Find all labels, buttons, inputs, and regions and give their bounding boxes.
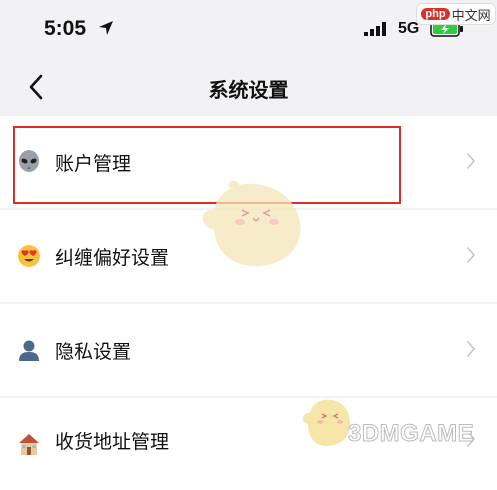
chevron-right-icon — [466, 152, 476, 174]
settings-item-privacy[interactable]: 隐私设置 — [0, 304, 497, 396]
status-time: 5:05 — [44, 17, 87, 40]
network-type: 5G — [398, 20, 420, 37]
person-silhouette-icon — [17, 338, 41, 362]
settings-item-label: 纠缠偏好设置 — [55, 247, 170, 269]
chevron-right-icon — [466, 246, 476, 268]
chevron-right-icon — [466, 340, 476, 362]
signal-bars-icon — [364, 21, 386, 40]
settings-item-label: 隐私设置 — [55, 341, 132, 363]
page-title: 系统设置 — [208, 78, 289, 102]
mascot-watermark-icon — [196, 178, 306, 274]
mascot-logo-icon — [300, 398, 352, 450]
location-arrow-icon — [98, 20, 114, 40]
status-bar: 5:05 5G php 中文网 — [0, 0, 497, 62]
php-watermark: php 中文网 — [416, 3, 496, 25]
heart-eyes-icon — [17, 244, 41, 268]
game-site-watermark: 3DMGAME — [347, 420, 475, 448]
house-icon — [17, 432, 41, 456]
nav-bar: 系统设置 — [0, 62, 497, 118]
